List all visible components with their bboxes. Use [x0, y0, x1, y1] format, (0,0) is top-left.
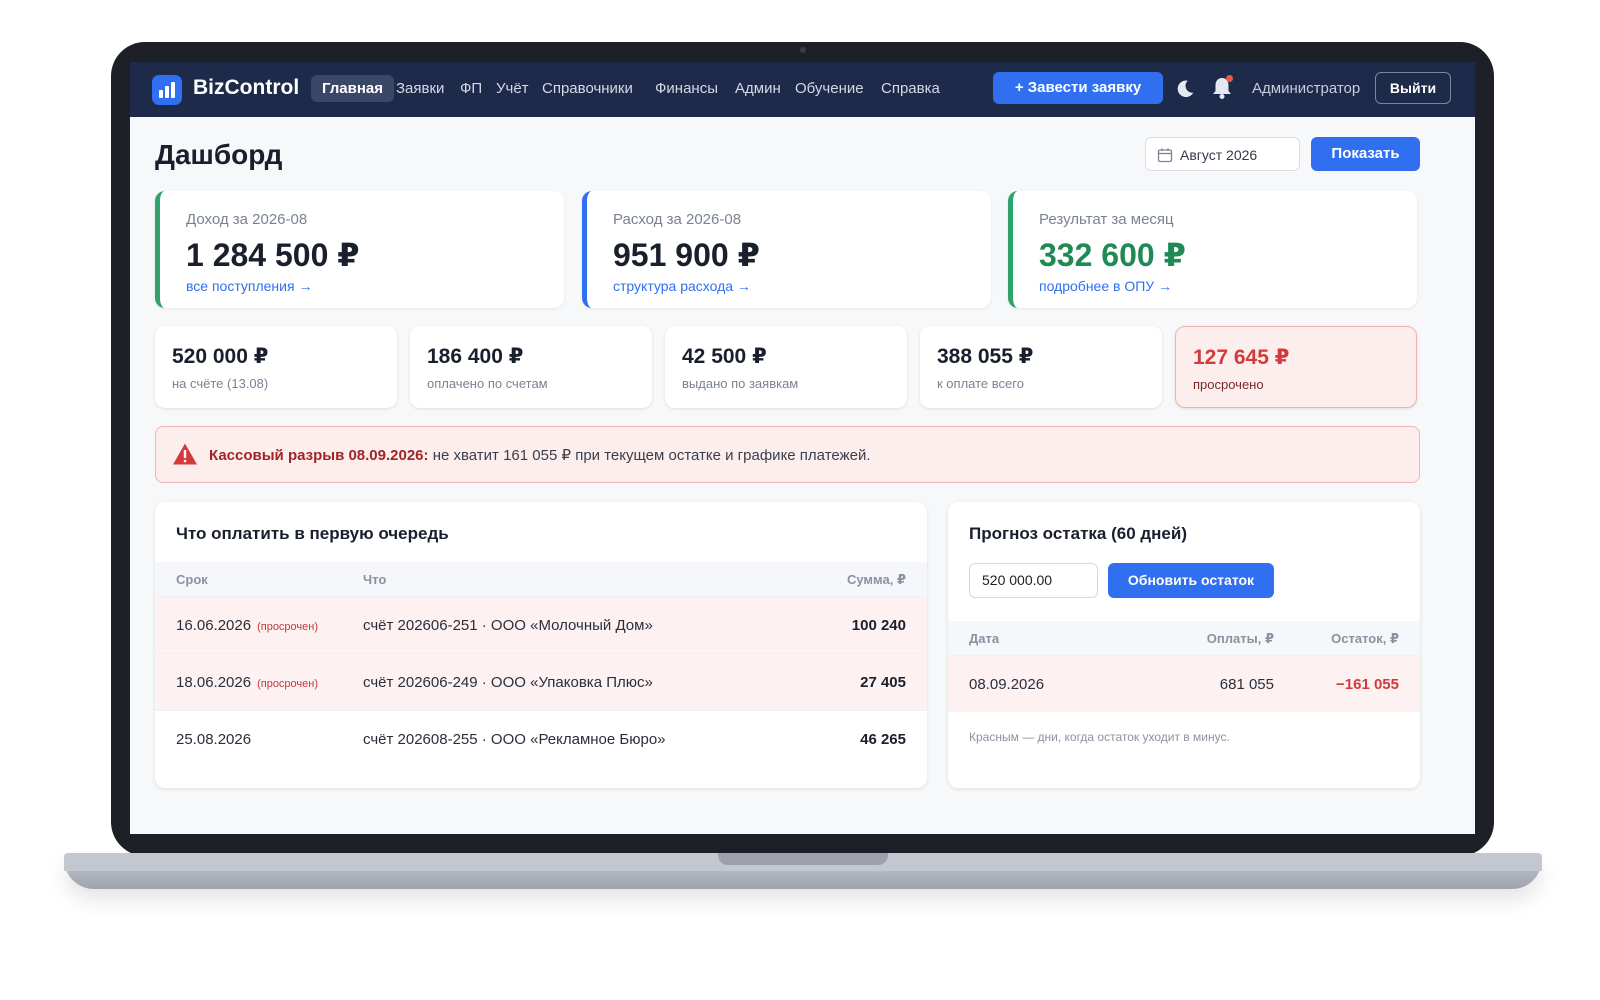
table-row[interactable]: 18.06.2026 (просрочен) счёт 202606-249 · … [155, 653, 927, 710]
page-title: Дашборд [155, 139, 283, 170]
header-balance: Остаток, ₽ [1331, 631, 1399, 646]
cell-amount: 27 405 [860, 674, 906, 691]
table-row[interactable]: 16.06.2026 (просрочен) счёт 202606-251 · … [155, 596, 927, 653]
alert-title: Кассовый разрыв 08.09.2026: [209, 447, 429, 464]
nav-item-help[interactable]: Справка [881, 80, 940, 97]
camera-dot [800, 47, 806, 53]
overdue-tag: (просрочен) [257, 621, 319, 633]
kpi-link-result[interactable]: подробнее в ОПУ → [1039, 278, 1172, 294]
header-date: Срок [176, 572, 208, 587]
stat-value: 127 645 ₽ [1193, 346, 1290, 369]
stat-label: к оплате всего [937, 376, 1024, 391]
stat-issued-requests: 42 500 ₽ выдано по заявкам [665, 326, 907, 408]
stat-label: выдано по заявкам [682, 376, 799, 391]
stat-to-pay: 388 055 ₽ к оплате всего [920, 326, 1162, 408]
header-date: Дата [969, 631, 1000, 646]
table-header: Дата Оплаты, ₽ Остаток, ₽ [948, 621, 1420, 655]
notification-dot [1226, 75, 1233, 82]
stat-on-account: 520 000 ₽ на счёте (13.08) [155, 326, 397, 408]
kpi-value: 951 900 ₽ [613, 237, 760, 273]
cell-amount: 100 240 [851, 617, 906, 634]
stat-label: на счёте (13.08) [172, 376, 269, 391]
cell-balance: −161 055 [1336, 676, 1399, 693]
alert-text: Кассовый разрыв 08.09.2026: не хватит 16… [209, 446, 871, 464]
user-name[interactable]: Администратор [1252, 80, 1360, 97]
kpi-value: 1 284 500 ₽ [186, 237, 360, 273]
nav-item-home[interactable]: Главная [311, 75, 395, 102]
stat-value: 520 000 ₽ [172, 345, 269, 368]
top-nav: BizControl Главная Заявки ФП Учёт Справо… [130, 62, 1475, 117]
brand-logo-icon[interactable] [152, 75, 182, 105]
cell-payments: 681 055 [1219, 676, 1274, 693]
nav-item-fp[interactable]: ФП [460, 80, 482, 97]
nav-item-admin[interactable]: Админ [735, 80, 781, 97]
cell-date: 18.06.2026 (просрочен) [176, 674, 319, 691]
stat-overdue[interactable]: 127 645 ₽ просрочено [1175, 326, 1417, 408]
laptop-notch [718, 853, 888, 865]
cell-date: 08.09.2026 [969, 676, 1045, 693]
header-amount: Сумма, ₽ [846, 572, 906, 587]
cell-what: счёт 202606-251 · ООО «Молочный Дом» [363, 617, 653, 634]
cell-date: 25.08.2026 [176, 731, 252, 748]
pay-first-card: Что оплатить в первую очередь Срок Что С… [155, 502, 927, 788]
stat-value: 388 055 ₽ [937, 345, 1034, 368]
nav-item-requests[interactable]: Заявки [396, 80, 444, 97]
stat-value: 42 500 ₽ [682, 345, 767, 368]
brand-name[interactable]: BizControl [193, 76, 299, 100]
forecast-note: Красным — дни, когда остаток уходит в ми… [969, 730, 1230, 744]
stat-paid-invoices: 186 400 ₽ оплачено по счетам [410, 326, 652, 408]
card-title: Что оплатить в первую очередь [176, 524, 449, 543]
month-picker[interactable]: Август 2026 [1145, 137, 1300, 171]
kpi-link-income[interactable]: все поступления → [186, 278, 312, 294]
table-row[interactable]: 25.08.2026 счёт 202608-255 · ООО «Реклам… [155, 710, 927, 767]
cell-what: счёт 202606-249 · ООО «Упаковка Плюс» [363, 674, 653, 691]
cell-amount: 46 265 [860, 731, 906, 748]
kpi-label: Доход за 2026-08 [186, 211, 308, 228]
kpi-result: Результат за месяц 332 600 ₽ подробнее в… [1008, 191, 1417, 308]
cash-gap-alert: Кассовый разрыв 08.09.2026: не хватит 16… [155, 426, 1420, 483]
stat-label: оплачено по счетам [427, 376, 548, 391]
alert-message: не хватит 161 055 ₽ при текущем остатке … [428, 447, 871, 464]
header-what: Что [363, 572, 387, 587]
kpi-expense: Расход за 2026-08 951 900 ₽ структура ра… [582, 191, 991, 308]
cell-what: счёт 202608-255 · ООО «Рекламное Бюро» [363, 731, 666, 748]
warning-icon [173, 443, 197, 465]
calendar-icon [1157, 148, 1173, 163]
nav-item-training[interactable]: Обучение [795, 80, 864, 97]
table-row[interactable]: 08.09.2026 681 055 −161 055 [948, 655, 1420, 712]
nav-item-finance[interactable]: Финансы [655, 80, 718, 97]
header-payments: Оплаты, ₽ [1206, 631, 1274, 646]
month-value: Август 2026 [1180, 147, 1258, 163]
app-screen: BizControl Главная Заявки ФП Учёт Справо… [130, 62, 1475, 834]
stat-label: просрочено [1193, 377, 1264, 392]
show-button[interactable]: Показать [1311, 137, 1420, 171]
logout-button[interactable]: Выйти [1375, 72, 1451, 104]
kpi-link-expense[interactable]: структура расхода → [613, 278, 751, 294]
moon-icon[interactable] [1174, 78, 1196, 100]
update-balance-button[interactable]: Обновить остаток [1108, 563, 1274, 598]
kpi-label: Результат за месяц [1039, 211, 1174, 228]
stat-value: 186 400 ₽ [427, 345, 524, 368]
kpi-label: Расход за 2026-08 [613, 211, 742, 228]
kpi-income: Доход за 2026-08 1 284 500 ₽ все поступл… [155, 191, 564, 308]
forecast-card: Прогноз остатка (60 дней) 520 000.00 Обн… [948, 502, 1420, 788]
nav-item-accounting[interactable]: Учёт [496, 80, 529, 97]
table-header: Срок Что Сумма, ₽ [155, 562, 927, 596]
card-title: Прогноз остатка (60 дней) [969, 524, 1187, 543]
create-request-button[interactable]: + Завести заявку [993, 72, 1163, 104]
cell-date: 16.06.2026 (просрочен) [176, 617, 319, 634]
balance-input[interactable]: 520 000.00 [969, 563, 1098, 598]
kpi-value: 332 600 ₽ [1039, 237, 1186, 273]
overdue-tag: (просрочен) [257, 678, 319, 690]
nav-item-directories[interactable]: Справочники [542, 80, 633, 97]
